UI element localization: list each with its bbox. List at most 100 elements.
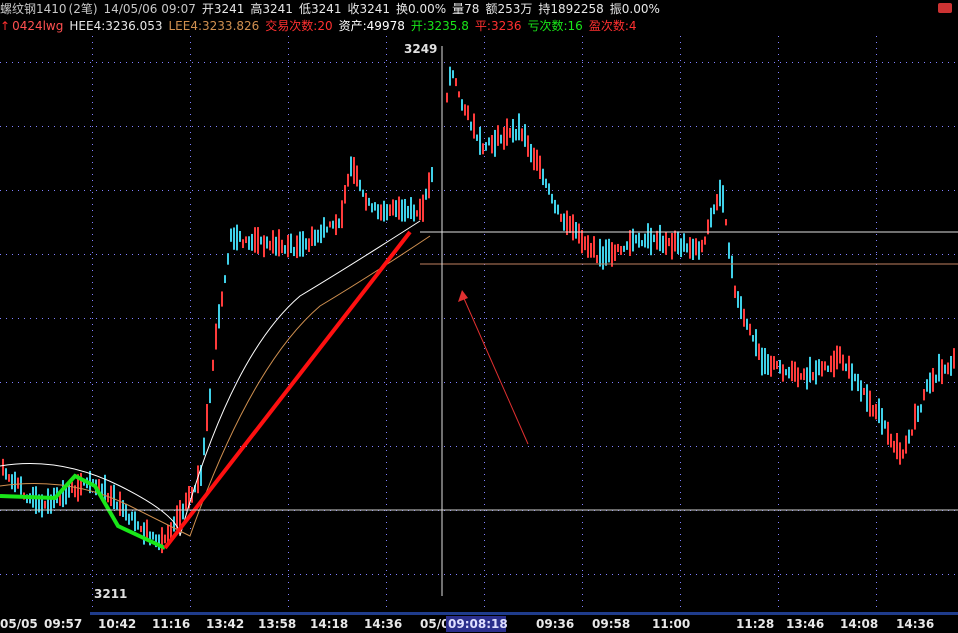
grid-dot: [582, 282, 583, 283]
grid-dot: [386, 444, 387, 445]
grid-dot: [474, 254, 475, 255]
grid-dot: [312, 126, 313, 127]
grid-dot: [228, 382, 229, 383]
grid-dot: [582, 222, 583, 223]
grid-dot: [918, 446, 919, 447]
grid-dot: [92, 360, 93, 361]
grid-dot: [750, 446, 751, 447]
grid-dot: [582, 474, 583, 475]
price-bar: [461, 99, 463, 111]
grid-dot: [666, 446, 667, 447]
grid-dot: [228, 126, 229, 127]
grid-dot: [680, 126, 681, 127]
grid-dot: [804, 574, 805, 575]
grid-dot: [786, 318, 787, 319]
grid-dot: [66, 62, 67, 63]
grid-dot: [680, 420, 681, 421]
price-bar: [698, 241, 700, 260]
grid-dot: [92, 384, 93, 385]
grid-dot: [168, 382, 169, 383]
price-bar: [560, 213, 562, 222]
grid-dot: [190, 582, 191, 583]
grid-dot: [484, 408, 485, 409]
grid-dot: [528, 446, 529, 447]
grid-dot: [762, 574, 763, 575]
grid-dot: [852, 190, 853, 191]
grid-dot: [318, 446, 319, 447]
grid-dot: [300, 190, 301, 191]
grid-dot: [948, 190, 949, 191]
grid-dot: [48, 190, 49, 191]
signal-down-line: [0, 473, 166, 550]
grid-dot: [680, 216, 681, 217]
grid-dot: [180, 190, 181, 191]
price-chart[interactable]: [0, 36, 958, 614]
grid-dot: [92, 492, 93, 493]
menu-icon[interactable]: [938, 3, 952, 13]
grid-dot: [624, 574, 625, 575]
grid-dot: [92, 468, 93, 469]
grid-dot: [24, 126, 25, 127]
grid-dot: [822, 382, 823, 383]
grid-dot: [348, 446, 349, 447]
grid-dot: [180, 126, 181, 127]
grid-dot: [190, 444, 191, 445]
grid-dot: [612, 574, 613, 575]
grid-dot: [720, 318, 721, 319]
grid-dot: [522, 254, 523, 255]
grid-dot: [516, 446, 517, 447]
grid-dot: [168, 62, 169, 63]
grid-dot: [582, 78, 583, 79]
annotation-arrow: [461, 293, 529, 445]
grid-dot: [444, 574, 445, 575]
grid-dot: [24, 382, 25, 383]
grid-dot: [386, 66, 387, 67]
price-bar: [335, 214, 337, 236]
grid-dot: [48, 382, 49, 383]
grid-dot: [252, 126, 253, 127]
grid-dot: [150, 446, 151, 447]
grid-dot: [426, 382, 427, 383]
grid-dot: [72, 190, 73, 191]
grid-dot: [876, 468, 877, 469]
grid-dot: [360, 62, 361, 63]
grid-dot: [102, 190, 103, 191]
scrollbar[interactable]: [90, 612, 958, 615]
grid-dot: [190, 606, 191, 607]
grid-dot: [486, 254, 487, 255]
grid-dot: [600, 318, 601, 319]
grid-dot: [288, 540, 289, 541]
grid-dot: [786, 446, 787, 447]
price-bar: [446, 92, 448, 103]
grid-dot: [582, 336, 583, 337]
grid-dot: [778, 558, 779, 559]
grid-dot: [96, 126, 97, 127]
grid-dot: [396, 190, 397, 191]
grid-dot: [582, 390, 583, 391]
grid-dot: [288, 486, 289, 487]
grid-dot: [354, 318, 355, 319]
grid-dot: [882, 254, 883, 255]
grid-dot: [450, 318, 451, 319]
grid-dot: [582, 288, 583, 289]
grid-dot: [936, 190, 937, 191]
grid-dot: [840, 574, 841, 575]
grid-dot: [778, 138, 779, 139]
grid-dot: [778, 564, 779, 565]
grid-dot: [114, 254, 115, 255]
grid-dot: [92, 150, 93, 151]
grid-dot: [92, 114, 93, 115]
grid-dot: [612, 62, 613, 63]
grid-dot: [288, 414, 289, 415]
grid-dot: [594, 574, 595, 575]
grid-dot: [680, 84, 681, 85]
grid-dot: [484, 582, 485, 583]
grid-dot: [24, 446, 25, 447]
time-tick-label: 13:42: [206, 617, 245, 631]
grid-dot: [190, 246, 191, 247]
grid-dot: [618, 126, 619, 127]
indicator-name[interactable]: 0424lwg: [12, 19, 63, 33]
grid-dot: [484, 342, 485, 343]
grid-dot: [162, 190, 163, 191]
grid-dot: [24, 318, 25, 319]
